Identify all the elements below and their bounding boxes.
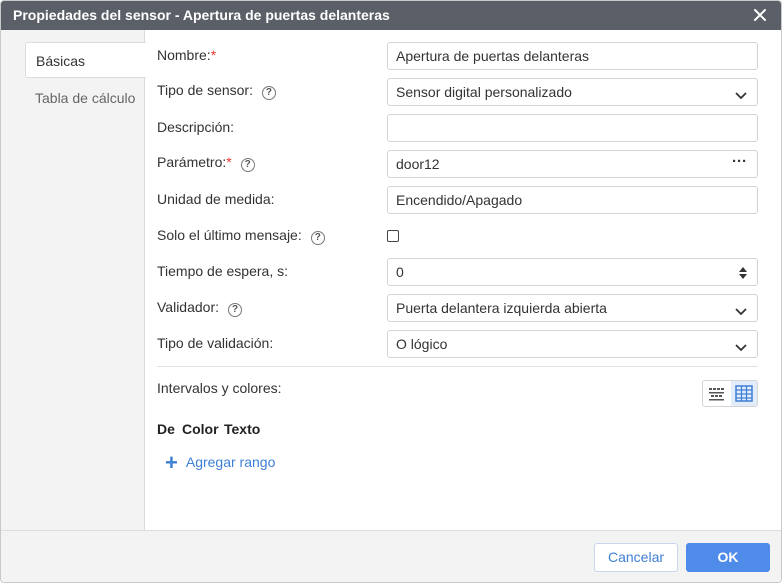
column-header-from: De — [157, 421, 175, 437]
sensor-type-value: Sensor digital personalizado — [396, 84, 572, 100]
sensor-type-label: Tipo de sensor:? — [157, 82, 276, 100]
required-mark: * — [210, 47, 217, 63]
last-message-label: Solo el último mensaje:? — [157, 227, 325, 245]
unit-input-value: Encendido/Apagado — [396, 192, 523, 208]
description-input[interactable] — [387, 114, 758, 142]
column-header-text: Texto — [224, 421, 261, 437]
chevron-down-icon — [735, 87, 747, 103]
help-icon[interactable]: ? — [240, 158, 255, 172]
chevron-down-icon — [735, 303, 747, 319]
dialog-footer: Cancelar OK — [1, 530, 781, 582]
help-icon[interactable]: ? — [228, 303, 243, 317]
dialog-titlebar: Propiedades del sensor - Apertura de pue… — [1, 1, 781, 30]
validation-type-select[interactable]: O lógico — [387, 330, 758, 358]
intervals-label: Intervalos y colores: — [157, 380, 282, 396]
parameter-input-value: door12 — [396, 156, 440, 172]
chevron-down-icon — [735, 339, 747, 355]
tab-basic[interactable]: Básicas — [25, 42, 146, 78]
sidebar: Básicas Tabla de cálculo — [1, 30, 146, 530]
help-icon[interactable]: ? — [261, 86, 276, 100]
dialog-title: Propiedades del sensor - Apertura de pue… — [13, 7, 390, 23]
stepper-arrows-icon[interactable] — [739, 266, 747, 282]
more-options-icon[interactable]: ··· — [732, 153, 747, 170]
required-mark: * — [226, 154, 232, 170]
parameter-input[interactable]: door12 ··· — [387, 150, 758, 178]
timeout-value: 0 — [396, 264, 404, 280]
table-view-icon[interactable] — [731, 381, 757, 406]
validator-label: Validador:? — [157, 299, 243, 317]
validator-select[interactable]: Puerta delantera izquierda abierta — [387, 294, 758, 322]
timeout-label: Tiempo de espera, s: — [157, 263, 288, 279]
add-range-label: Agregar rango — [185, 454, 276, 470]
sensor-type-select[interactable]: Sensor digital personalizado — [387, 78, 758, 106]
name-input-value: Apertura de puertas delanteras — [396, 48, 590, 64]
unit-input[interactable]: Encendido/Apagado — [387, 186, 758, 214]
column-header-color: Color — [182, 421, 219, 437]
description-label: Descripción: — [157, 119, 235, 135]
unit-label: Unidad de medida: — [157, 191, 275, 207]
validation-type-value: O lógico — [396, 336, 448, 352]
help-icon[interactable]: ? — [310, 231, 325, 245]
view-mode-toggle — [702, 380, 758, 407]
section-divider — [157, 366, 758, 367]
validator-value: Puerta delantera izquierda abierta — [396, 300, 607, 316]
plus-icon: + — [165, 450, 178, 475]
parameter-label: Parámetro:*? — [157, 154, 255, 172]
close-icon[interactable] — [753, 8, 767, 22]
name-input[interactable]: Apertura de puertas delanteras — [387, 42, 758, 70]
validation-type-label: Tipo de validación: — [157, 335, 274, 351]
sensor-properties-dialog: Propiedades del sensor - Apertura de pue… — [0, 0, 782, 583]
list-view-icon[interactable] — [703, 381, 730, 406]
tab-calculation-table[interactable]: Tabla de cálculo — [25, 80, 145, 116]
last-message-checkbox[interactable] — [387, 230, 399, 242]
name-label: Nombre:* — [157, 47, 217, 63]
add-range-button[interactable]: + Agregar rango — [165, 450, 275, 476]
cancel-button[interactable]: Cancelar — [594, 543, 678, 572]
ok-button[interactable]: OK — [686, 543, 770, 572]
timeout-stepper[interactable]: 0 — [387, 258, 758, 286]
